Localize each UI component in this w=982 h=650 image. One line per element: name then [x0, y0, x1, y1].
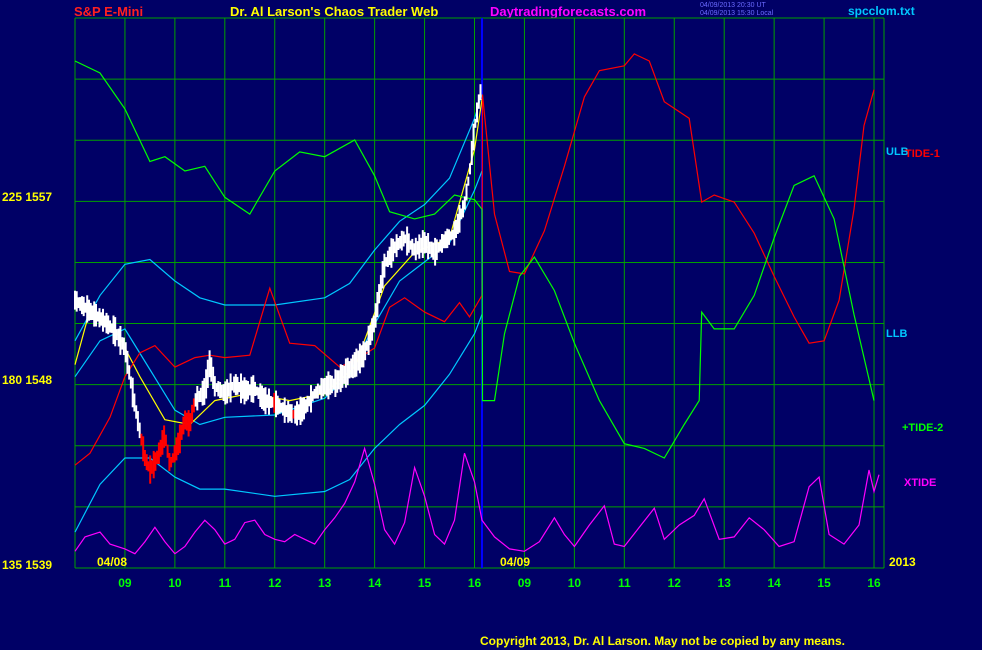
- price-bars: [74, 84, 482, 484]
- x-tick-label: 16: [867, 576, 881, 590]
- x-tick-label: 15: [817, 576, 831, 590]
- tide1-label: TIDE-1: [905, 148, 940, 160]
- x-tick-label: 09: [118, 576, 132, 590]
- x-tick-label: 10: [168, 576, 182, 590]
- tide2-label: +TIDE-2: [902, 422, 943, 434]
- x-tick-label: 10: [568, 576, 582, 590]
- x-tick-label: 15: [418, 576, 432, 590]
- x-tick-label: 14: [368, 576, 382, 590]
- x-tick-label: 09: [518, 576, 532, 590]
- x-tick-label: 11: [218, 576, 231, 590]
- x-tick-label: 11: [618, 576, 631, 590]
- date-label-day1: 04/08: [97, 555, 127, 569]
- x-tick-label: 12: [668, 576, 682, 590]
- xtide-label: XTIDE: [904, 477, 936, 489]
- y-tick-label: 135 1539: [2, 558, 52, 572]
- xtide-line: [74, 446, 880, 555]
- chart-canvas: 225 1557 180 1548 135 1539 09 10 11 12 13 14 15 16…: [2, 17, 943, 590]
- y-tick-label: 180 1548: [2, 373, 52, 387]
- x-tick-label: 16: [468, 576, 482, 590]
- date-label-day2: 04/09: [500, 555, 530, 569]
- x-tick-label: 13: [318, 576, 332, 590]
- x-tick-label: 12: [268, 576, 282, 590]
- llb-label: LLB: [886, 328, 907, 340]
- x-tick-label: 14: [767, 576, 781, 590]
- date-label-year: 2013: [889, 555, 916, 569]
- axis-labels: 225 1557 180 1548 135 1539 09 10 11 12 13 14 15 16…: [2, 146, 943, 590]
- inner-band-line: [74, 170, 483, 426]
- y-tick-label: 225 1557: [2, 190, 52, 204]
- x-tick-label: 13: [718, 576, 732, 590]
- copyright-notice: Copyright 2013, Dr. Al Larson. May not b…: [480, 634, 845, 648]
